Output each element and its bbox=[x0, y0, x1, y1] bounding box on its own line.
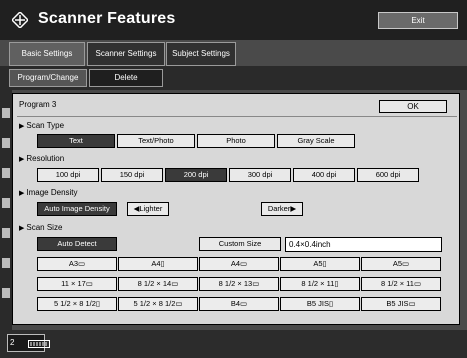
program-tab-edge[interactable] bbox=[2, 168, 10, 178]
exit-button[interactable]: Exit bbox=[378, 12, 458, 29]
program-tab-edge[interactable] bbox=[2, 288, 10, 298]
diamond-cross-icon bbox=[12, 12, 28, 28]
app-title: Scanner Features bbox=[38, 10, 176, 27]
program-tab-edge[interactable] bbox=[2, 138, 10, 148]
size-b5-jis-portrait-button[interactable]: B5 JIS▯ bbox=[280, 297, 360, 311]
darker-button[interactable]: Darker▶ bbox=[261, 202, 303, 216]
program-tab-edge[interactable] bbox=[2, 108, 10, 118]
program-list-edge bbox=[0, 90, 12, 330]
size-a5-landscape-button[interactable]: A5▭ bbox=[361, 257, 441, 271]
scan-type-text-photo-button[interactable]: Text/Photo bbox=[117, 134, 195, 148]
resolution-label: ▶ Resolution bbox=[19, 154, 65, 163]
scan-type-text-button[interactable]: Text bbox=[37, 134, 115, 148]
triangle-right-icon: ▶ bbox=[19, 156, 25, 163]
size-b5-jis-landscape-button[interactable]: B5 JIS▭ bbox=[361, 297, 441, 311]
auto-detect-button[interactable]: Auto Detect bbox=[37, 237, 117, 251]
scan-type-label: ▶ Scan Type bbox=[19, 121, 65, 130]
scan-size-label: ▶ Scan Size bbox=[19, 223, 63, 232]
resolution-100-button[interactable]: 100 dpi bbox=[37, 168, 99, 182]
darker-arrow-icon: ▶ bbox=[290, 204, 297, 213]
size-a4-portrait-button[interactable]: A4▯ bbox=[118, 257, 198, 271]
scan-type-photo-button[interactable]: Photo bbox=[197, 134, 275, 148]
resolution-400-button[interactable]: 400 dpi bbox=[293, 168, 355, 182]
resolution-600-button[interactable]: 600 dpi bbox=[357, 168, 419, 182]
triangle-right-icon: ▶ bbox=[19, 190, 25, 197]
program-label: Program 3 bbox=[19, 100, 57, 109]
action-bar: Program/Change Delete bbox=[0, 66, 467, 90]
counter-value: 2 bbox=[10, 338, 15, 347]
size-a5-portrait-button[interactable]: A5▯ bbox=[280, 257, 360, 271]
scanner-features-screen: Scanner Features Exit Basic Settings Sca… bbox=[0, 0, 467, 358]
triangle-right-icon: ▶ bbox=[19, 123, 25, 130]
auto-image-density-button[interactable]: Auto Image Density bbox=[37, 202, 117, 216]
tab-basic-settings[interactable]: Basic Settings bbox=[9, 42, 85, 66]
scan-type-gray-scale-button[interactable]: Gray Scale bbox=[277, 134, 355, 148]
resolution-200-button[interactable]: 200 dpi bbox=[165, 168, 227, 182]
custom-size-button[interactable]: Custom Size bbox=[199, 237, 281, 251]
paper-tray-icon bbox=[28, 340, 50, 348]
delete-button[interactable]: Delete bbox=[89, 69, 163, 87]
program-tab-edge[interactable] bbox=[2, 228, 10, 238]
size-a3-landscape-button[interactable]: A3▭ bbox=[37, 257, 117, 271]
program-tab-edge[interactable] bbox=[2, 258, 10, 268]
program-tab-edge[interactable] bbox=[2, 198, 10, 208]
size-8-5x11-landscape-button[interactable]: 8 1/2 × 11▭ bbox=[361, 277, 441, 291]
size-8-5x14-button[interactable]: 8 1/2 × 14▭ bbox=[118, 277, 198, 291]
program-dialog: Program 3 OK ▶ Scan Type Text Text/Photo … bbox=[12, 93, 460, 325]
size-11x17-button[interactable]: 11 × 17▭ bbox=[37, 277, 117, 291]
triangle-right-icon: ▶ bbox=[19, 225, 25, 232]
status-badge[interactable]: 2 bbox=[7, 334, 50, 352]
size-5-5x8-5-landscape-button[interactable]: 5 1/2 × 8 1/2▭ bbox=[118, 297, 198, 311]
image-density-label: ▶ Image Density bbox=[19, 188, 78, 197]
header-bar: Scanner Features Exit bbox=[0, 0, 467, 40]
size-5-5x8-5-portrait-button[interactable]: 5 1/2 × 8 1/2▯ bbox=[37, 297, 117, 311]
status-bar: 2 bbox=[0, 330, 467, 358]
size-a4-landscape-button[interactable]: A4▭ bbox=[199, 257, 279, 271]
size-b4-landscape-button[interactable]: B4▭ bbox=[199, 297, 279, 311]
custom-size-field[interactable]: 0.4×0.4inch bbox=[285, 237, 442, 252]
lighter-button[interactable]: ◀Lighter bbox=[127, 202, 169, 216]
tab-scanner-settings[interactable]: Scanner Settings bbox=[87, 42, 165, 66]
size-8-5x11-portrait-button[interactable]: 8 1/2 × 11▯ bbox=[280, 277, 360, 291]
ok-button[interactable]: OK bbox=[379, 100, 447, 113]
resolution-150-button[interactable]: 150 dpi bbox=[101, 168, 163, 182]
resolution-300-button[interactable]: 300 dpi bbox=[229, 168, 291, 182]
size-8-5x13-button[interactable]: 8 1/2 × 13▭ bbox=[199, 277, 279, 291]
divider bbox=[17, 116, 457, 117]
program-change-button[interactable]: Program/Change bbox=[9, 69, 87, 87]
tab-subject-settings[interactable]: Subject Settings bbox=[166, 42, 236, 66]
